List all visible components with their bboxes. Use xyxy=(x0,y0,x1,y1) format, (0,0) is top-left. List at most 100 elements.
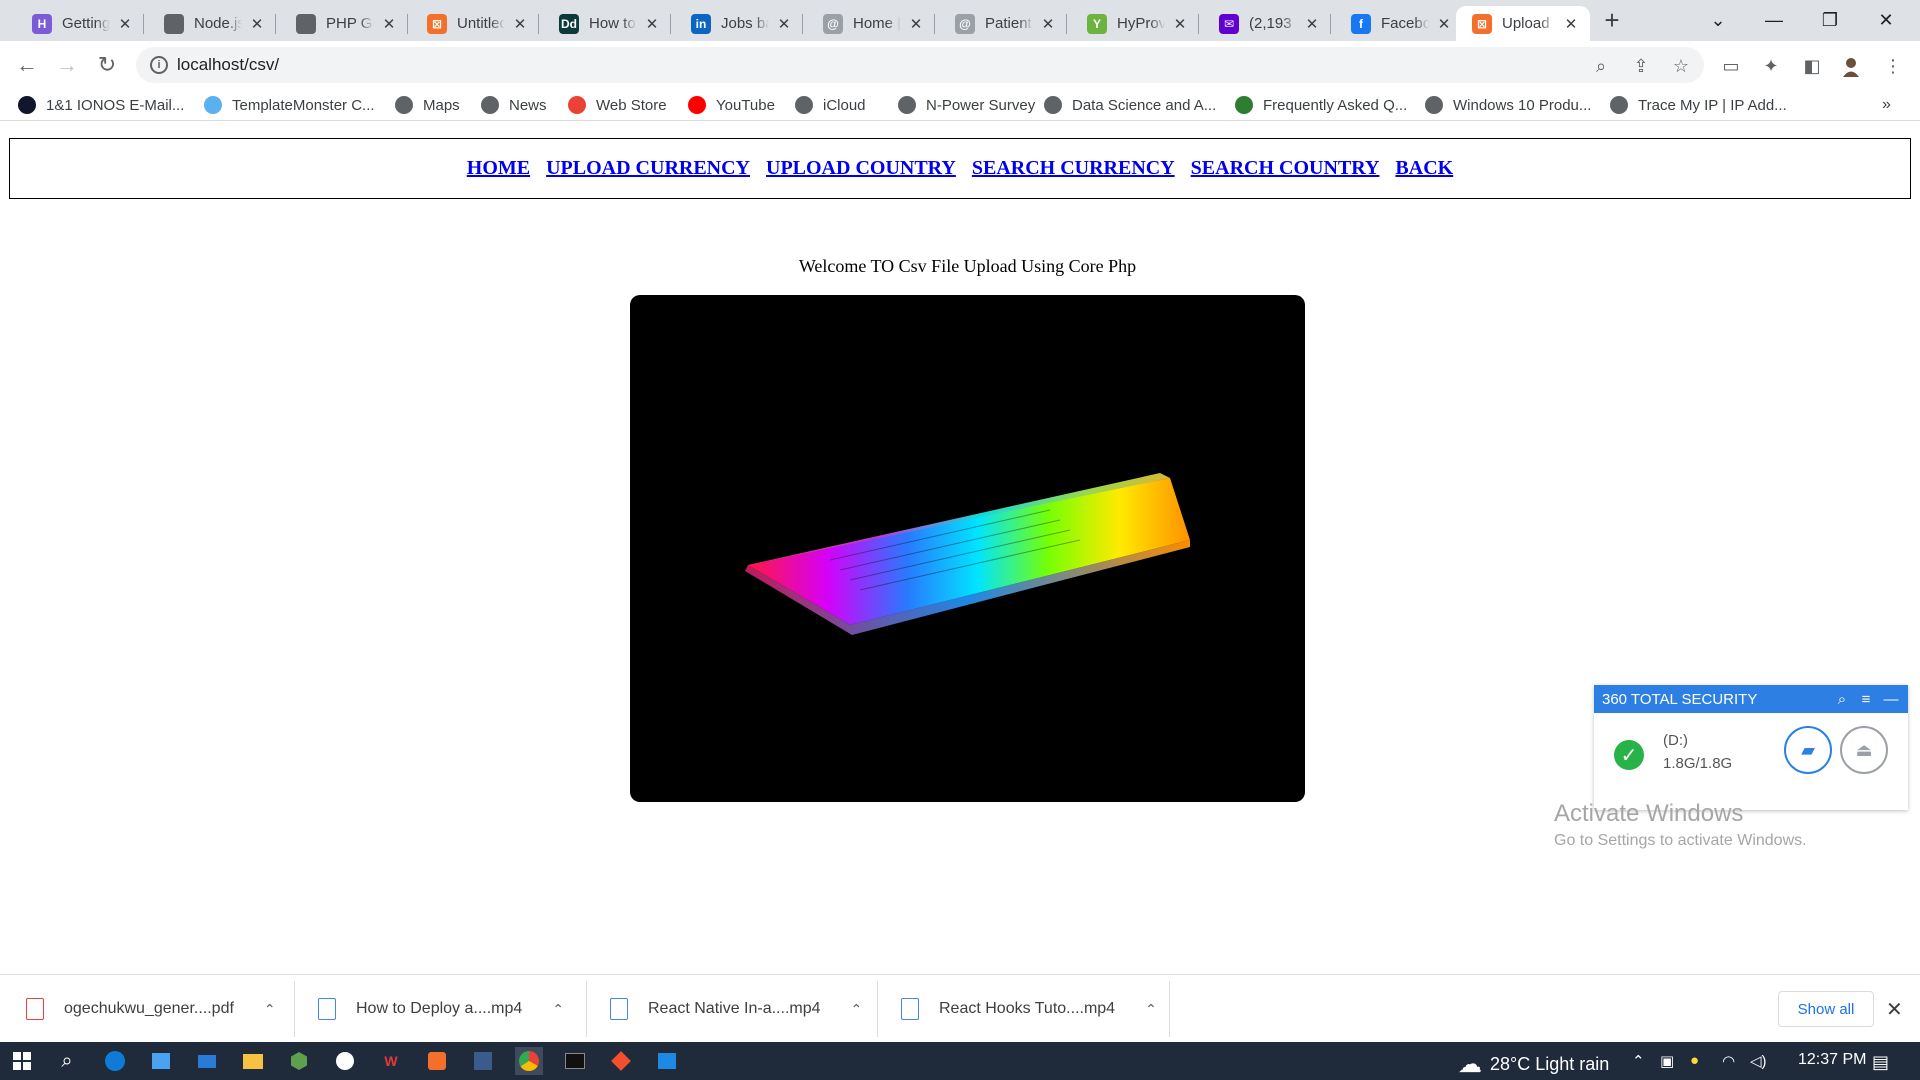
git-icon[interactable] xyxy=(607,1047,635,1075)
tab-11[interactable]: f Facebo ✕ xyxy=(1335,6,1463,41)
show-all-button[interactable]: Show all xyxy=(1778,991,1874,1027)
close-shelf-icon[interactable]: ✕ xyxy=(1886,997,1903,1022)
tab-close-icon[interactable]: ✕ xyxy=(775,15,793,33)
wps-office-icon[interactable]: W xyxy=(377,1047,405,1075)
bookmark-item[interactable]: Web Store xyxy=(568,95,667,115)
tab-5[interactable]: Dd How to ✕ xyxy=(543,6,671,41)
chevron-up-icon[interactable]: ⌃ xyxy=(1145,1001,1157,1018)
address-bar[interactable]: i localhost/csv/ ⌕ ⇪ ☆ xyxy=(136,47,1704,83)
bookmark-item[interactable]: TemplateMonster C... xyxy=(204,95,375,115)
search-icon[interactable]: ⌕ xyxy=(1832,689,1852,709)
cast-icon[interactable]: ▭ xyxy=(1720,55,1742,77)
hamburger-menu-icon[interactable]: ≡ xyxy=(1856,689,1876,709)
new-tab-button[interactable]: + xyxy=(1600,7,1624,33)
chevron-up-icon[interactable]: ⌃ xyxy=(264,1001,276,1018)
tab-search-icon[interactable]: ⌄ xyxy=(1690,0,1746,41)
chrome-icon[interactable] xyxy=(515,1047,543,1075)
bookmark-item[interactable]: Maps xyxy=(395,95,460,115)
nodejs-icon[interactable] xyxy=(285,1047,313,1075)
edge-icon[interactable] xyxy=(101,1047,129,1075)
minimize-icon[interactable]: — xyxy=(1746,0,1802,41)
bookmark-item[interactable]: Trace My IP | IP Add... xyxy=(1610,95,1787,115)
notifications-icon[interactable]: ▤ xyxy=(1872,1052,1889,1073)
forward-arrow-icon[interactable]: → xyxy=(51,49,83,81)
tab-close-icon[interactable]: ✕ xyxy=(1039,15,1057,33)
mail-icon[interactable] xyxy=(193,1047,221,1075)
bookmark-star-icon[interactable]: ☆ xyxy=(1670,55,1692,77)
tab-close-icon[interactable]: ✕ xyxy=(248,15,266,33)
download-item[interactable]: React Hooks Tuto....mp4 ⌃ xyxy=(901,975,1157,1043)
tab-7[interactable]: @ Home | ✕ xyxy=(807,6,935,41)
url-text[interactable]: localhost/csv/ xyxy=(177,55,279,75)
tab-2[interactable]: Node.js ✕ xyxy=(148,6,276,41)
bookmark-item[interactable]: iCloud xyxy=(795,95,866,115)
zoom-icon[interactable]: ⌕ xyxy=(1590,55,1612,77)
tab-close-icon[interactable]: ✕ xyxy=(511,15,529,33)
tab-close-icon[interactable]: ✕ xyxy=(1435,15,1453,33)
weather-widget[interactable]: ☁ 28°C Light rain xyxy=(1458,1050,1609,1079)
tab-close-icon[interactable]: ✕ xyxy=(380,15,398,33)
nav-upload-currency[interactable]: UPLOAD CURRENCY xyxy=(546,157,750,180)
volume-icon[interactable]: ◁) xyxy=(1750,1052,1767,1070)
tab-close-icon[interactable]: ✕ xyxy=(116,15,134,33)
open-folder-icon[interactable]: ▰ xyxy=(1784,726,1832,774)
site-info-icon[interactable]: i xyxy=(150,56,168,74)
clock-time[interactable]: 12:37 PM xyxy=(1798,1051,1866,1069)
nav-home[interactable]: HOME xyxy=(467,157,530,180)
restore-icon[interactable]: ❐ xyxy=(1802,0,1858,41)
reload-icon[interactable]: ↻ xyxy=(91,49,123,81)
chevron-up-icon[interactable]: ⌃ xyxy=(552,1001,564,1018)
360-security-tray-icon[interactable]: ● xyxy=(1690,1052,1699,1069)
photos-icon[interactable] xyxy=(653,1047,681,1075)
windows-start-icon[interactable] xyxy=(8,1047,36,1075)
tab-3[interactable]: PHP Ge ✕ xyxy=(280,6,408,41)
app-circle-icon[interactable] xyxy=(331,1047,359,1075)
profile-avatar-icon[interactable] xyxy=(1840,55,1862,77)
tab-close-icon[interactable]: ✕ xyxy=(907,15,925,33)
tab-9[interactable]: Y HyProvi ✕ xyxy=(1071,6,1199,41)
vscode-icon[interactable] xyxy=(469,1047,497,1075)
tab-12[interactable]: ⊠ Upload ✕ xyxy=(1456,6,1590,41)
tab-close-icon[interactable]: ✕ xyxy=(1171,15,1189,33)
bookmark-item[interactable]: News xyxy=(481,95,547,115)
tab-close-icon[interactable]: ✕ xyxy=(1303,15,1321,33)
tab-close-icon[interactable]: ✕ xyxy=(1562,15,1580,33)
chevron-up-icon[interactable]: ⌃ xyxy=(851,1001,863,1018)
file-explorer-icon[interactable] xyxy=(239,1047,267,1075)
tab-4[interactable]: ⊠ Untitled ✕ xyxy=(411,6,539,41)
eject-icon[interactable]: ⏏ xyxy=(1840,726,1888,774)
back-arrow-icon[interactable]: ← xyxy=(11,49,43,81)
bookmark-item[interactable]: Frequently Asked Q... xyxy=(1235,95,1407,115)
tab-10[interactable]: ✉ (2,193 u ✕ xyxy=(1203,6,1331,41)
tray-chevron-up-icon[interactable]: ⌃ xyxy=(1632,1052,1645,1070)
nav-upload-country[interactable]: UPLOAD COUNTRY xyxy=(766,157,956,180)
extensions-puzzle-icon[interactable]: ✦ xyxy=(1760,55,1782,77)
side-panel-icon[interactable]: ◧ xyxy=(1801,55,1823,77)
bookmark-item[interactable]: 1&1 IONOS E-Mail... xyxy=(18,95,184,115)
tab-6[interactable]: in Jobs ba ✕ xyxy=(675,6,803,41)
search-icon[interactable]: ⌕ xyxy=(53,1047,81,1075)
download-item[interactable]: React Native In-a....mp4 ⌃ xyxy=(610,975,862,1043)
meet-now-icon[interactable]: ▣ xyxy=(1660,1052,1674,1070)
nav-back[interactable]: BACK xyxy=(1395,157,1453,180)
bookmark-item[interactable]: YouTube xyxy=(688,95,775,115)
tab-8[interactable]: @ Patient ✕ xyxy=(939,6,1067,41)
tab-close-icon[interactable]: ✕ xyxy=(643,15,661,33)
download-item[interactable]: ogechukwu_gener....pdf ⌃ xyxy=(26,975,276,1043)
bookmark-item[interactable]: Windows 10 Produ... xyxy=(1425,95,1591,115)
menu-dots-icon[interactable]: ⋮ xyxy=(1882,55,1904,77)
bookmark-item[interactable]: N-Power Survey xyxy=(898,95,1035,115)
wifi-icon[interactable]: ◠ xyxy=(1722,1052,1735,1070)
bookmark-item[interactable]: Data Science and A... xyxy=(1044,95,1216,115)
window-close-icon[interactable]: ✕ xyxy=(1858,0,1914,41)
nav-search-currency[interactable]: SEARCH CURRENCY xyxy=(972,157,1175,180)
download-item[interactable]: How to Deploy a....mp4 ⌃ xyxy=(318,975,564,1043)
minimize-widget-icon[interactable]: — xyxy=(1881,689,1901,709)
terminal-icon[interactable] xyxy=(561,1047,589,1075)
tab-1[interactable]: H Getting ✕ xyxy=(16,6,144,41)
store-icon[interactable] xyxy=(147,1047,175,1075)
xampp-icon[interactable] xyxy=(423,1047,451,1075)
share-icon[interactable]: ⇪ xyxy=(1630,55,1652,77)
more-bookmarks-icon[interactable]: » xyxy=(1882,95,1891,115)
nav-search-country[interactable]: SEARCH COUNTRY xyxy=(1191,157,1380,180)
